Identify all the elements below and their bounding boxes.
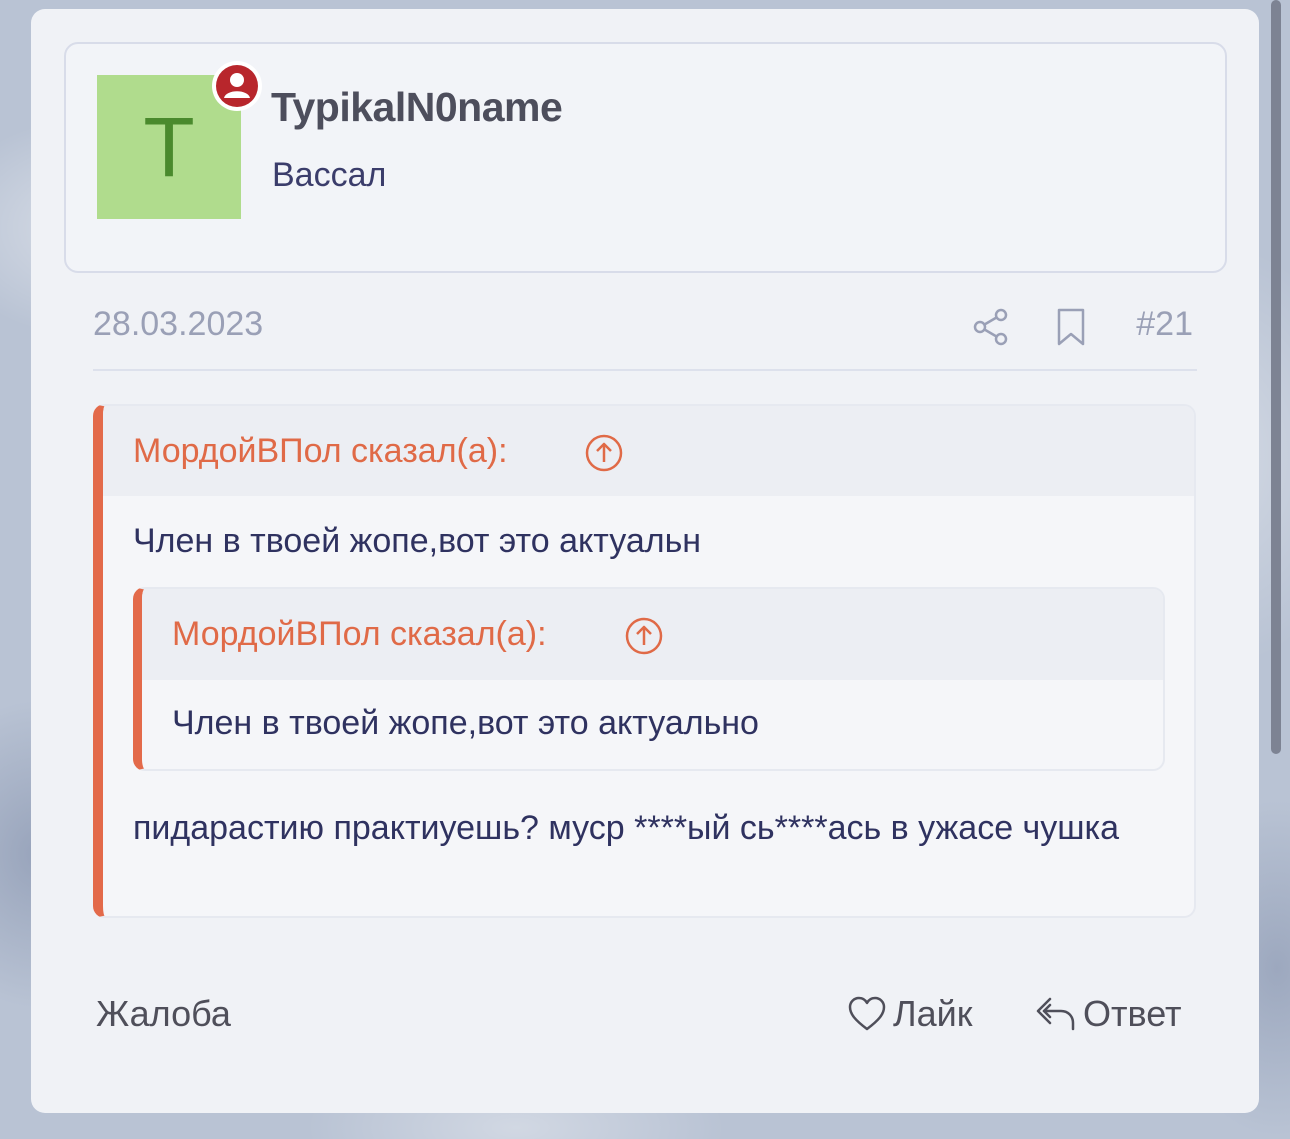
heart-icon (848, 996, 886, 1031)
reply-button[interactable]: Ответ (1035, 993, 1182, 1035)
post-meta-bar: 28.03.2023 #21 (93, 305, 1197, 371)
user-info-box: T TypikalN0name Вассал (64, 42, 1227, 273)
post-body-text: пидарастию практиуешь? муср ****ый сь***… (133, 809, 1120, 847)
reply-label: Ответ (1083, 993, 1182, 1034)
user-title: Вассал (272, 156, 387, 194)
quote-author[interactable]: МордойВПол сказал(а): (133, 432, 508, 471)
user-online-icon (212, 61, 262, 111)
quote-block: МордойВПол сказал(а): Член в твоей жопе,… (93, 404, 1196, 918)
arrow-up-circle-icon[interactable] (584, 433, 624, 473)
post-number-link[interactable]: #21 (1136, 305, 1193, 344)
quote-text: Член в твоей жопе,вот это актуальн (133, 522, 702, 560)
nested-quote-text: Член в твоей жопе,вот это актуально (172, 704, 759, 742)
avatar-letter: T (143, 100, 195, 194)
bookmark-icon[interactable] (1053, 307, 1089, 347)
arrow-up-circle-icon[interactable] (624, 616, 664, 656)
post-card: T TypikalN0name Вассал 28.03.2023 #21 Мо… (31, 9, 1259, 1113)
nested-quote-block: МордойВПол сказал(а): Член в твоей жопе,… (133, 587, 1165, 771)
post-actions: Жалоба Лайк Ответ (93, 989, 1197, 1039)
scrollbar[interactable] (1271, 0, 1281, 754)
complain-button[interactable]: Жалоба (96, 993, 231, 1035)
nested-quote-author[interactable]: МордойВПол сказал(а): (172, 615, 547, 654)
share-icon[interactable] (971, 307, 1011, 347)
like-button[interactable]: Лайк (847, 993, 973, 1035)
reply-arrow-icon (1036, 997, 1075, 1031)
username[interactable]: TypikalN0name (271, 84, 563, 131)
post-date[interactable]: 28.03.2023 (93, 305, 263, 344)
quote-header: МордойВПол сказал(а): (103, 406, 1194, 496)
like-label: Лайк (893, 993, 973, 1034)
nested-quote-header: МордойВПол сказал(а): (142, 589, 1163, 680)
